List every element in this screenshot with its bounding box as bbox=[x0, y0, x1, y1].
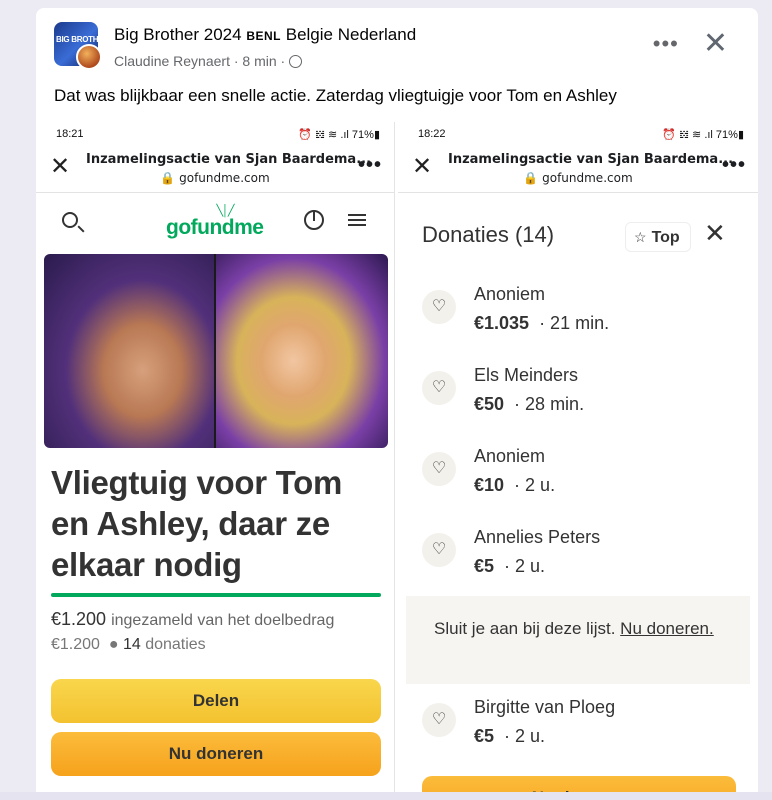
more-options-icon[interactable]: ••• bbox=[653, 33, 679, 55]
gofundme-logo: gofundme bbox=[166, 216, 264, 239]
close-icon: ✕ bbox=[704, 218, 726, 248]
photo-left bbox=[44, 254, 214, 448]
screenshot-left: 18:21 ⏰ 𝍌 ≋ .ıl 71%▮ ✕ Inzamelingsactie … bbox=[36, 122, 395, 800]
post-text: Dat was blijkbaar een snelle actie. Zate… bbox=[54, 86, 617, 105]
star-icon: ☆ bbox=[634, 229, 647, 245]
author-avatar[interactable] bbox=[76, 44, 102, 70]
menu-icon bbox=[348, 214, 366, 226]
donation-item: ♡ Anoniem €1.035 · 21 min. bbox=[422, 284, 742, 344]
goal-line: €1.200 ● 14 donaties bbox=[51, 636, 206, 653]
group-name-link[interactable]: Big Brother 2024 BENL Belgie Nederland bbox=[114, 25, 416, 45]
browser-bar: ✕ Inzamelingsactie van Sjan Baardema... … bbox=[398, 148, 758, 192]
group-avatar[interactable]: BIG BROTHER WANTS bbox=[54, 22, 102, 70]
campaign-photo bbox=[44, 254, 388, 448]
top-filter-button: ☆ Top bbox=[625, 222, 691, 252]
url: 🔒 gofundme.com bbox=[523, 171, 633, 185]
donate-link: Nu doneren. bbox=[620, 619, 714, 638]
more-icon: ••• bbox=[721, 154, 746, 176]
raised-amount: €1.200 ingezameld van het doelbedrag bbox=[51, 609, 335, 629]
donation-item: ♡ Els Meinders €50 · 28 min. bbox=[422, 365, 742, 425]
post-meta: Claudine Reynaert · 8 min · bbox=[114, 53, 303, 69]
campaign-title: Vliegtuig voor Tom en Ashley, daar ze el… bbox=[51, 464, 342, 583]
screenshot-right: 18:22 ⏰ 𝍌 ≋ .ıl 71%▮ ✕ Inzamelingsactie … bbox=[398, 122, 758, 800]
url: 🔒 gofundme.com bbox=[160, 171, 270, 185]
heart-hand-icon: ♡ bbox=[422, 533, 456, 567]
join-list-banner: Sluit je aan bij deze lijst. Nu doneren. bbox=[406, 596, 750, 684]
heart-hand-icon: ♡ bbox=[422, 703, 456, 737]
heart-hand-icon: ♡ bbox=[422, 290, 456, 324]
photo-right bbox=[216, 254, 388, 448]
donate-button: Nu doneren bbox=[51, 732, 381, 776]
heart-hand-icon: ♡ bbox=[422, 371, 456, 405]
browser-bar: ✕ Inzamelingsactie van Sjan Baardema... … bbox=[36, 148, 394, 192]
share-icon bbox=[304, 210, 324, 230]
facebook-post-card: BIG BROTHER WANTS Big Brother 2024 BENL … bbox=[36, 8, 758, 800]
bottom-bar bbox=[0, 792, 772, 800]
share-button: Delen bbox=[51, 679, 381, 723]
status-bar: 18:22 ⏰ 𝍌 ≋ .ıl 71%▮ bbox=[418, 128, 744, 141]
search-icon bbox=[62, 212, 78, 228]
author-name[interactable]: Claudine Reynaert bbox=[114, 53, 230, 69]
logo-sun-icon: ╲│╱ bbox=[216, 205, 234, 217]
post-image[interactable]: 18:21 ⏰ 𝍌 ≋ .ıl 71%▮ ✕ Inzamelingsactie … bbox=[36, 122, 758, 800]
heart-hand-icon: ♡ bbox=[422, 452, 456, 486]
gofundme-header: ╲│╱ gofundme bbox=[36, 200, 394, 244]
close-icon[interactable]: ✕ bbox=[703, 29, 728, 59]
donation-item: ♡ Anoniem €10 · 2 u. bbox=[422, 446, 742, 506]
post-time[interactable]: 8 min bbox=[242, 53, 276, 69]
progress-bar bbox=[51, 593, 381, 597]
donation-item: ♡ Birgitte van Ploeg €5 · 2 u. bbox=[422, 697, 742, 757]
globe-icon bbox=[289, 55, 303, 68]
page-title: Inzamelingsactie van Sjan Baardema... bbox=[448, 152, 734, 167]
page-title: Inzamelingsactie van Sjan Baardema... bbox=[86, 152, 372, 167]
more-icon: ••• bbox=[357, 154, 382, 176]
donations-heading: Donaties (14) bbox=[422, 222, 555, 247]
donation-item: ♡ Annelies Peters €5 · 2 u. bbox=[422, 527, 742, 587]
status-bar: 18:21 ⏰ 𝍌 ≋ .ıl 71%▮ bbox=[56, 128, 380, 141]
